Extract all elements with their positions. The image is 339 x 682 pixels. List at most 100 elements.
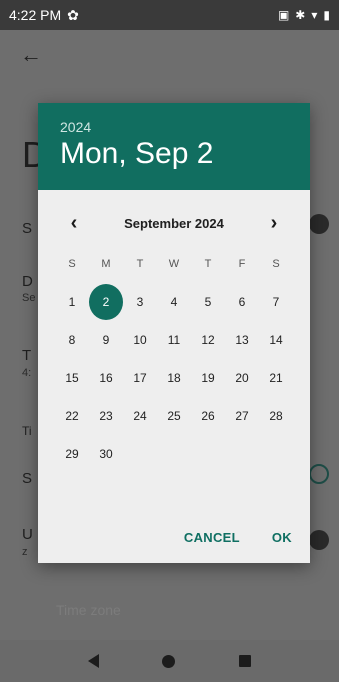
date-picker-dialog: 2024 Mon, Sep 2 ‹ September 2024 › S M T… [38,103,310,563]
calendar-day[interactable]: 20 [225,359,259,397]
arrow-left-icon[interactable]: ← [20,42,42,68]
calendar-day-label: 14 [269,333,283,347]
calendar-day[interactable]: 3 [123,283,157,321]
calendar-day-label: 5 [204,295,212,309]
ok-button[interactable]: OK [272,530,292,545]
settings-row-label[interactable]: T [22,347,31,364]
dialog-actions: CANCEL OK [184,530,292,545]
weekday-label: T [136,258,144,270]
calendar-day[interactable]: 17 [123,359,157,397]
navigation-bar [0,640,339,682]
bluetooth-icon: ✱ [295,8,306,22]
calendar-day-grid: 1 2 3 4 5 6 7 8 9 10 11 12 13 14 15 16 17 18 19 20 21 22 23 24 2… [55,283,293,473]
calendar-day[interactable]: 24 [123,397,157,435]
calendar-day-label: 10 [133,333,147,347]
calendar-day[interactable]: 21 [259,359,293,397]
calendar-day-label: 11 [167,333,181,347]
calendar-day[interactable]: 14 [259,321,293,359]
settings-row-label[interactable]: D [22,273,33,290]
year-label[interactable]: 2024 [60,119,288,135]
calendar-day[interactable]: 26 [191,397,225,435]
calendar-day-label: 13 [235,333,249,347]
calendar-day[interactable]: 1 [55,283,89,321]
calendar-day-label: 20 [235,371,249,385]
calendar-day[interactable]: 15 [55,359,89,397]
calendar-day[interactable]: 7 [259,283,293,321]
calendar-day[interactable]: 12 [191,321,225,359]
calendar-day-label: 26 [201,409,215,423]
month-label: September 2024 [124,215,224,231]
calendar-day[interactable]: 23 [89,397,123,435]
settings-row-sublabel: z [22,546,28,558]
settings-row-label[interactable]: S [22,470,32,487]
weekday-label: W [168,258,180,270]
month-navigation: ‹ September 2024 › [38,211,310,235]
toggle-switch[interactable] [309,464,329,484]
calendar-day[interactable]: 30 [89,435,123,473]
selected-date-label: Mon, Sep 2 [60,137,214,170]
calendar-day[interactable]: 19 [191,359,225,397]
toggle-switch[interactable] [309,530,329,550]
calendar-day-label: 1 [68,295,76,309]
dialog-header: 2024 Mon, Sep 2 [38,103,310,190]
weekday-label: S [68,258,76,270]
calendar-day[interactable]: 28 [259,397,293,435]
toggle-switch[interactable] [309,214,329,234]
calendar-day[interactable]: 10 [123,321,157,359]
calendar-day-label: 25 [167,409,181,423]
calendar-day-label: 4 [170,295,178,309]
calendar-day[interactable]: 29 [55,435,89,473]
calendar-day-label: 15 [65,371,79,385]
calendar-day-label: 21 [269,371,283,385]
calendar-day[interactable]: 22 [55,397,89,435]
calendar-day-label: 3 [136,295,144,309]
calendar-day[interactable]: 11 [157,321,191,359]
settings-row-sublabel: 4: [22,367,32,379]
calendar-day-label: 24 [133,409,147,423]
calendar-day-label: 18 [167,371,181,385]
calendar-day-label: 30 [99,447,113,461]
calendar-day[interactable]: 13 [225,321,259,359]
calendar-day-label: 28 [269,409,283,423]
weekday-header: S M T W T F S [55,258,293,270]
weekday-label: T [204,258,212,270]
back-icon[interactable] [87,654,99,668]
phone-screen: 4:22 PM ✿ ▣ ✱ ▾ ▮ ← D S D Se T 4: Ti S U… [0,0,339,682]
calendar-day-label: 17 [133,371,147,385]
calendar-day[interactable]: 18 [157,359,191,397]
calendar-day-label: 2 [89,284,123,320]
status-icons: ▣ ✱ ▾ ▮ [278,8,330,22]
weekday-label: M [101,258,111,270]
calendar-day-label: 9 [102,333,110,347]
settings-row-label[interactable]: S [22,220,32,237]
calendar-day-label: 7 [272,295,280,309]
chevron-right-icon[interactable]: › [266,212,282,235]
calendar-day[interactable]: 27 [225,397,259,435]
calendar-day[interactable]: 5 [191,283,225,321]
chevron-left-icon[interactable]: ‹ [66,212,82,235]
calendar-day[interactable]: 9 [89,321,123,359]
screenshot-icon: ▣ [277,8,290,22]
calendar-day-label: 29 [65,447,79,461]
calendar-day-label: 22 [65,409,79,423]
calendar-day[interactable]: 25 [157,397,191,435]
calendar-day-label: 12 [201,333,215,347]
calendar-day[interactable]: 6 [225,283,259,321]
settings-row-label[interactable]: U [22,526,33,543]
status-time: 4:22 PM [9,7,62,23]
calendar-day[interactable]: 8 [55,321,89,359]
home-icon[interactable] [162,654,176,668]
faded-settings-item: Time zone [56,602,121,618]
status-bar: 4:22 PM ✿ ▣ ✱ ▾ ▮ [0,0,339,30]
settings-row-sublabel: Se [22,292,36,304]
cancel-button[interactable]: CANCEL [184,530,240,545]
gear-icon: ✿ [67,6,79,23]
recents-icon[interactable] [239,655,252,667]
weekday-label: S [272,258,280,270]
calendar-day-label: 8 [68,333,76,347]
calendar-day[interactable]: 4 [157,283,191,321]
calendar-day-selected[interactable]: 2 [89,283,123,321]
calendar-day[interactable]: 16 [89,359,123,397]
weekday-label: F [238,258,246,270]
calendar-day-label: 6 [238,295,246,309]
